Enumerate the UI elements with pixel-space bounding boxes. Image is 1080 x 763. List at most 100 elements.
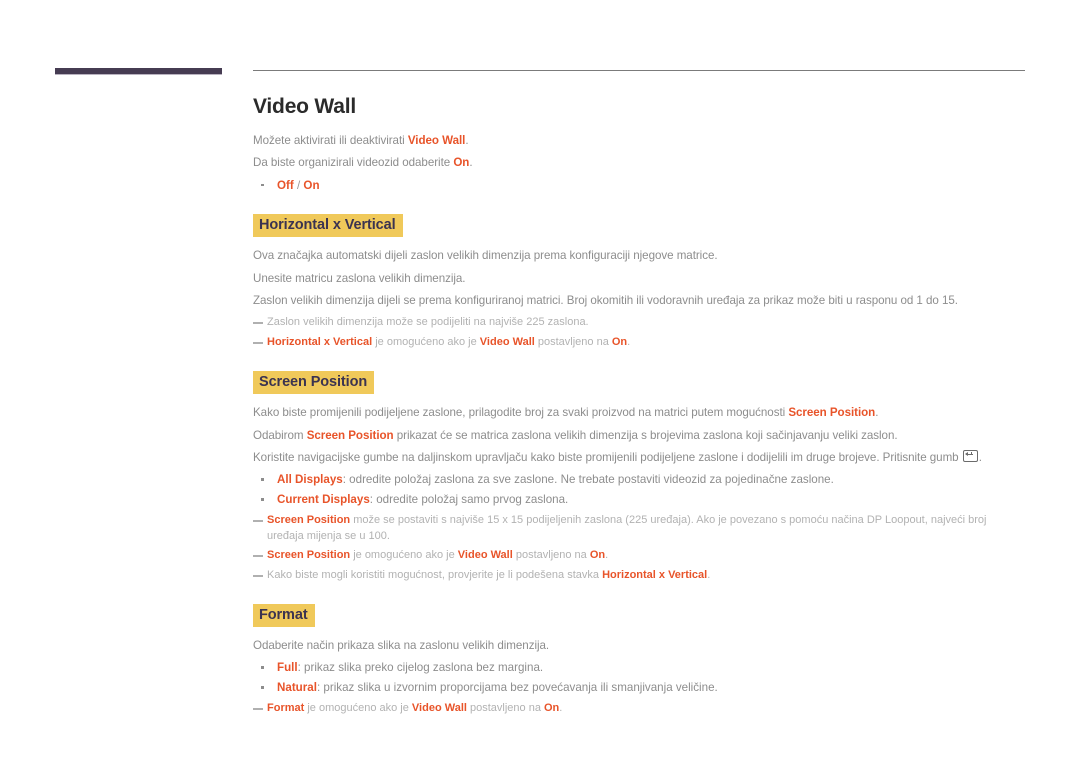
paragraph-text-tail: . (978, 450, 982, 464)
paragraph: Da biste organizirali videozid odaberite… (253, 155, 1025, 170)
option-separator: / (293, 178, 304, 192)
enter-key-icon (962, 449, 978, 462)
note-dash-icon (253, 322, 263, 324)
section-title-label: Screen Position (253, 370, 375, 395)
option-label-alt: On (303, 178, 320, 192)
keyword: Screen Position (788, 406, 876, 420)
option-description: : prikaz slika preko cijelog zaslona bez… (297, 661, 544, 675)
paragraph: Koristite navigacijske gumbe na daljinsk… (253, 449, 1025, 465)
paragraph-text: Odaberite način prikaza slika na zaslonu… (253, 639, 550, 653)
note-dash-icon (253, 574, 263, 577)
note: Screen Position je omogućeno ako je Vide… (253, 548, 1025, 564)
section-heading-horizontal-x-vertical: Horizontal x Vertical (253, 213, 1025, 238)
paragraph: Unesite matricu zaslona velikih dimenzij… (253, 271, 1025, 286)
list-item: All Displays: odredite položaj zaslona z… (253, 472, 1025, 488)
note-keyword: Horizontal x Vertical (267, 335, 373, 348)
paragraph-text: Možete aktivirati ili deaktivirati (253, 134, 408, 148)
option-description: : odredite položaj zaslona za sve zaslon… (342, 473, 834, 487)
note-dash-icon (253, 708, 263, 711)
option-label: Natural (277, 681, 317, 695)
paragraph: Ova značajka automatski dijeli zaslon ve… (253, 248, 1025, 263)
section-title-label: Horizontal x Vertical (253, 213, 403, 238)
note-keyword: On (544, 702, 560, 715)
note-text: . (707, 568, 711, 581)
note-keyword: Video Wall (411, 702, 467, 715)
note-group-format: Format je omogućeno ako je Video Wall po… (253, 701, 1025, 717)
note-keyword: Video Wall (479, 335, 535, 348)
chapter-tab-indicator (55, 68, 222, 75)
paragraph-text-tail: . (875, 406, 879, 420)
note-text: Kako biste mogli koristiti mogućnost, pr… (267, 568, 603, 581)
note-dash-icon (253, 555, 263, 557)
paragraph: Zaslon velikih dimenzija dijeli se prema… (253, 293, 1025, 308)
option-label: Off (277, 178, 294, 192)
bullet-icon (261, 498, 264, 501)
note-text: postavljeno na (534, 335, 612, 348)
paragraph-text: Odabirom (253, 428, 307, 442)
page-header (0, 0, 1080, 90)
paragraph-text-tail: . (465, 134, 469, 148)
section-title-label: Format (253, 603, 315, 628)
option-label: All Displays (277, 473, 343, 487)
paragraph-text: Koristite navigacijske gumbe na daljinsk… (253, 450, 962, 464)
note-keyword: Format (267, 702, 305, 715)
section-heading-screen-position: Screen Position (253, 370, 1025, 395)
note-keyword: On (611, 335, 628, 348)
bullet-icon (261, 183, 264, 187)
note-text: može se postaviti s najviše 15 x 15 podi… (267, 514, 987, 542)
note: Horizontal x Vertical je omogućeno ako j… (253, 335, 1025, 351)
keyword: On (453, 156, 470, 170)
option-label: Current Displays (277, 493, 370, 507)
note-dash-icon (253, 520, 263, 522)
paragraph-text-tail: prikazat će se matrica zaslona velikih d… (393, 428, 898, 442)
option-list-format: Full: prikaz slika preko cijelog zaslona… (253, 660, 1025, 696)
note-keyword: Screen Position (267, 514, 351, 527)
note-group-horizontal-x-vertical: Zaslon velikih dimenzija može se podijel… (253, 315, 1025, 350)
note-text: je omogućeno ako je (304, 702, 412, 715)
note-group-screen-position: Screen Position može se postaviti s najv… (253, 513, 1025, 583)
paragraph: Kako biste promijenili podijeljene zaslo… (253, 405, 1025, 420)
paragraph: Odaberite način prikaza slika na zaslonu… (253, 638, 1025, 653)
section-heading-format: Format (253, 603, 1025, 628)
bullet-icon (261, 478, 264, 481)
note-keyword: Horizontal x Vertical (602, 568, 708, 581)
note-text: postavljeno na (466, 702, 544, 715)
option-description: : odredite položaj samo prvog zaslona. (369, 493, 569, 507)
keyword: Screen Position (306, 428, 394, 442)
option-list-video-wall: Off / On (253, 178, 1025, 194)
note: Kako biste mogli koristiti mogućnost, pr… (253, 568, 1025, 584)
note-dash-icon (253, 341, 263, 344)
bullet-icon (261, 666, 264, 669)
option-list-screen-position: All Displays: odredite položaj zaslona z… (253, 472, 1025, 508)
page-title: Video Wall (253, 95, 357, 118)
document-content: Video Wall Možete aktivirati ili deaktivi… (253, 94, 1025, 721)
option-label: Full (277, 661, 298, 675)
paragraph: Možete aktivirati ili deaktivirati Video… (253, 133, 1025, 148)
note: Format je omogućeno ako je Video Wall po… (253, 701, 1025, 717)
note-text: je omogućeno ako je (350, 549, 458, 562)
paragraph-text: Zaslon velikih dimenzija dijeli se prema… (253, 294, 958, 308)
option-description: : prikaz slika u izvornim proporcijama b… (316, 681, 718, 695)
note-text: . (605, 549, 609, 562)
note-text: . (559, 702, 563, 715)
note-keyword: Screen Position (267, 549, 351, 562)
list-item: Off / On (253, 178, 1025, 194)
note: Screen Position može se postaviti s najv… (253, 513, 1025, 544)
note-text: postavljeno na (512, 549, 590, 562)
note: Zaslon velikih dimenzija može se podijel… (253, 315, 1025, 331)
note-text: Zaslon velikih dimenzija može se podijel… (267, 316, 589, 329)
list-item: Full: prikaz slika preko cijelog zaslona… (253, 660, 1025, 676)
note-text: . (627, 335, 631, 348)
header-divider-rule (253, 70, 1025, 71)
note-keyword: On (589, 549, 606, 562)
paragraph-text: Unesite matricu zaslona velikih dimenzij… (253, 271, 466, 285)
list-item: Natural: prikaz slika u izvornim proporc… (253, 680, 1025, 696)
paragraph: Odabirom Screen Position prikazat će se … (253, 428, 1025, 443)
keyword: Video Wall (407, 134, 466, 148)
note-text: je omogućeno ako je (372, 335, 480, 348)
paragraph-text: Da biste organizirali videozid odaberite (253, 156, 454, 170)
bullet-icon (261, 686, 264, 689)
note-keyword: Video Wall (457, 549, 513, 562)
paragraph-text-tail: . (469, 156, 473, 170)
list-item: Current Displays: odredite položaj samo … (253, 492, 1025, 508)
